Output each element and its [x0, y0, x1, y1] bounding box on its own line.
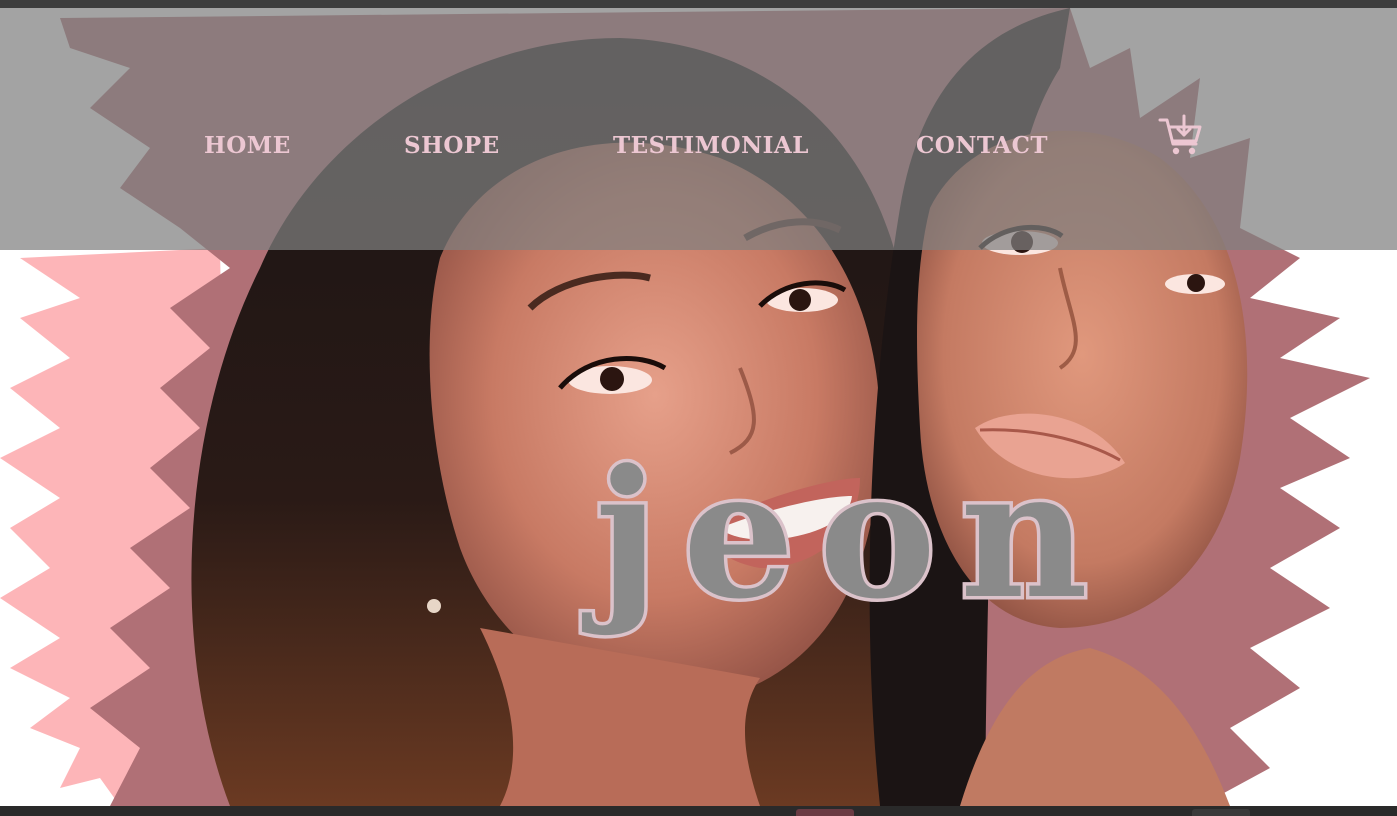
taskbar-tab [1192, 809, 1250, 816]
nav-link-shope[interactable]: SHOPE [404, 132, 500, 159]
window-top-bar [0, 0, 1397, 8]
nav-link-contact[interactable]: CONTACT [916, 132, 1048, 159]
navigation-bar: HOME SHOPE TESTIMONIAL CONTACT [0, 8, 1397, 250]
brand-logo-text: jeon [592, 428, 1113, 642]
taskbar-tab [796, 809, 854, 816]
window-bottom-bar [0, 806, 1397, 816]
nav-link-home[interactable]: HOME [204, 132, 291, 159]
nav-link-testimonial[interactable]: TESTIMONIAL [613, 132, 809, 159]
shopping-cart-add-icon[interactable] [1158, 114, 1204, 158]
